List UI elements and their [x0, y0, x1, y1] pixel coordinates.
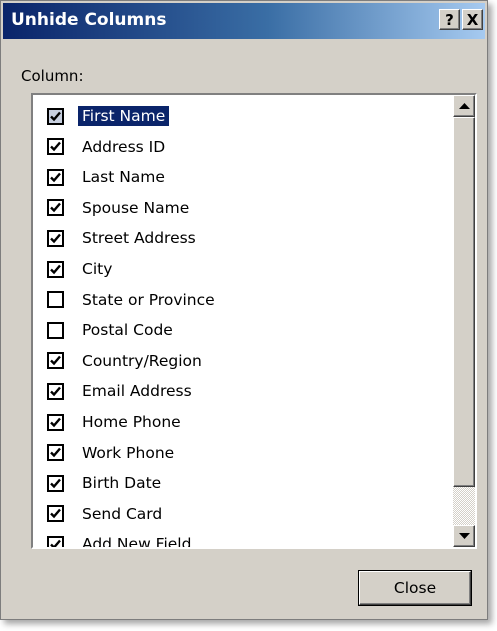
dialog-title: Unhide Columns [11, 10, 167, 30]
column-label-text: Spouse Name [82, 198, 190, 217]
checkmark-icon [50, 172, 61, 182]
checkmark-icon [50, 111, 61, 121]
column-label-text: Work Phone [82, 443, 175, 462]
column-checkbox[interactable] [47, 352, 64, 370]
column-checkbox[interactable] [47, 291, 64, 309]
column-checkbox[interactable] [47, 321, 64, 339]
column-label-text: Country/Region [82, 351, 202, 370]
help-icon: ? [445, 10, 454, 29]
checkmark-icon [50, 509, 61, 519]
column-checkbox[interactable] [47, 413, 64, 431]
column-list-item[interactable]: Email Address [47, 378, 196, 404]
column-label-text: Home Phone [82, 413, 181, 431]
column-list-item[interactable]: Address ID [47, 134, 169, 160]
column-label-text: City [82, 260, 113, 278]
column-checkbox[interactable] [47, 229, 64, 247]
column-label-text: Street Address [82, 229, 196, 248]
checkmark-icon [50, 264, 61, 274]
checkmark-icon [50, 386, 61, 397]
column-label: Column: [21, 67, 84, 85]
column-checkbox[interactable] [47, 199, 64, 217]
vertical-scrollbar[interactable] [453, 95, 475, 547]
checkmark-icon [50, 447, 61, 458]
column-label-text: First Name [78, 106, 170, 126]
column-list-item[interactable]: City [47, 256, 116, 282]
column-list-item[interactable]: Postal Code [47, 317, 177, 343]
column-list-item[interactable]: First Name [47, 103, 170, 129]
arrow-down-icon [458, 532, 470, 539]
checkmark-icon [50, 417, 61, 427]
column-checkbox[interactable] [47, 505, 64, 523]
column-checkbox[interactable] [47, 382, 64, 400]
column-list-item[interactable]: Send Card [47, 501, 166, 527]
close-button[interactable]: Close [359, 571, 471, 605]
column-list-item[interactable]: Country/Region [47, 348, 206, 374]
column-checkbox[interactable] [47, 138, 64, 156]
column-list: First Name Address ID Last Name Spouse Name… [33, 95, 453, 547]
column-listbox[interactable]: First Name Address ID Last Name Spouse Name… [31, 93, 477, 549]
scroll-down-button[interactable] [453, 525, 475, 547]
checkmark-icon [50, 203, 61, 213]
column-label-text: Last Name [82, 168, 165, 187]
column-list-item[interactable]: Street Address [47, 225, 200, 251]
column-checkbox[interactable] [47, 107, 64, 125]
column-checkbox[interactable] [47, 260, 64, 278]
column-label-text: Add New Field [82, 535, 192, 547]
column-checkbox[interactable] [47, 535, 64, 547]
column-list-item[interactable]: Work Phone [47, 440, 178, 466]
arrow-up-icon [458, 102, 470, 109]
column-list-item[interactable]: Last Name [47, 164, 169, 190]
unhide-columns-dialog: Unhide Columns ? X Column: First Name Add… [0, 0, 488, 620]
column-label-text: Postal Code [82, 321, 173, 340]
column-label-text: Birth Date [82, 474, 162, 493]
column-checkbox[interactable] [47, 474, 64, 492]
column-list-item[interactable]: Spouse Name [47, 195, 193, 221]
column-label-text: Address ID [82, 137, 166, 156]
close-icon: X [466, 10, 479, 29]
scrollbar-thumb[interactable] [453, 117, 475, 487]
checkmark-icon [50, 233, 61, 244]
column-list-item[interactable]: Add New Field [47, 531, 195, 547]
column-list-item[interactable]: Home Phone [47, 409, 185, 435]
column-checkbox[interactable] [47, 168, 64, 186]
help-button[interactable]: ? [439, 9, 460, 30]
column-checkbox[interactable] [47, 444, 64, 462]
title-close-button[interactable]: X [462, 9, 483, 30]
column-label-text: State or Province [82, 290, 215, 309]
column-label-text: Email Address [82, 382, 192, 401]
column-list-item[interactable]: Birth Date [47, 470, 165, 496]
checkmark-icon [50, 356, 61, 366]
checkmark-icon [50, 478, 61, 488]
checkmark-icon [50, 141, 61, 152]
scroll-up-button[interactable] [453, 95, 475, 117]
checkmark-icon [50, 539, 61, 547]
column-label-text: Send Card [82, 504, 163, 523]
column-list-item[interactable]: State or Province [47, 287, 219, 313]
title-bar[interactable]: Unhide Columns ? X [3, 3, 485, 39]
